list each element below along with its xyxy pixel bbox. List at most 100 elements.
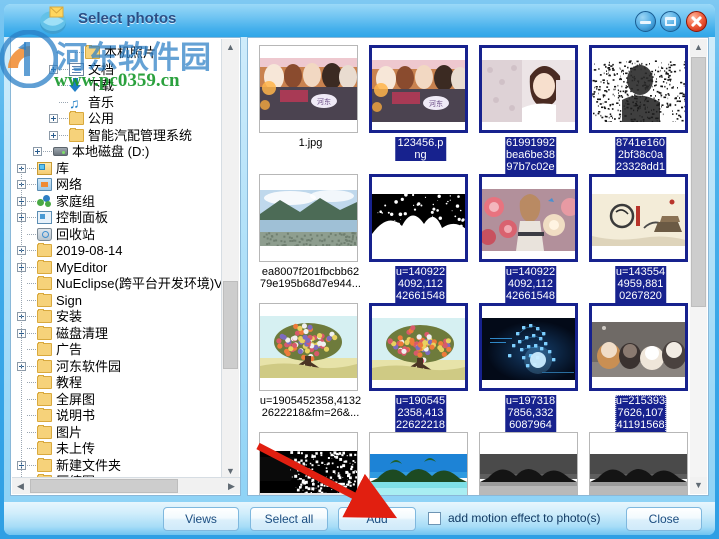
photo-thumbnail-image[interactable] [369,303,468,391]
photo-thumbnail-image[interactable] [479,174,578,262]
photo-thumbnail-image[interactable] [369,174,468,262]
folder-tree-panel[interactable]: 本机照片 文档 下载 ♫ 音乐 公用 智能汽配管理系统 本地磁盘 (D:) 库网络 家庭组 控制面板… [10,37,241,496]
photo-thumbnail-image[interactable] [589,174,688,262]
thumbnail-art [260,190,357,251]
document-icon [69,63,84,76]
folder-icon [37,261,52,274]
svg-text:河东: 河东 [317,97,331,106]
photo-thumbnail-image[interactable]: 河东 [259,45,358,133]
folder-tree-list[interactable]: 本机照片 文档 下载 ♫ 音乐 公用 智能汽配管理系统 本地磁盘 (D:) 库网络 家庭组 控制面板… [11,38,223,480]
close-icon[interactable] [686,11,707,32]
photo-thumbnail-image[interactable] [259,303,358,391]
title-bar[interactable]: Select photos [4,4,715,37]
thumbnails-scroll-up-icon[interactable]: ▲ [690,39,707,56]
photo-thumbnail-image[interactable]: 河东 [369,45,468,133]
photo-thumbnail-image[interactable] [369,432,468,496]
motion-effect-label: add motion effect to photo(s) [448,511,601,526]
folder-icon [37,327,52,340]
thumbnail-art [482,60,575,127]
photo-thumbnail-image[interactable] [479,45,578,133]
photo-thumbnail-image[interactable] [479,303,578,391]
tree-expander-plus-icon[interactable] [33,147,42,156]
tree-connector [27,234,36,235]
svg-text:河东: 河东 [429,99,443,108]
tree-connector [27,366,36,367]
tree-connector [27,168,36,169]
folder-icon [37,310,52,323]
thumbnail-art [260,316,357,383]
tree-connector [27,184,36,185]
tree-scroll-thumb[interactable] [223,281,238,369]
music-note-icon: ♫ [69,96,82,110]
folder-icon [37,343,52,356]
tree-connector [27,217,36,218]
tree-connector [27,316,36,317]
tree-connector [27,300,36,301]
thumbnail-art [482,318,575,385]
library-icon [37,162,52,175]
tree-connector [27,415,36,416]
tree-scroll-right-icon[interactable]: ▶ [223,478,240,494]
dialog-body: 本机照片 文档 下载 ♫ 音乐 公用 智能汽配管理系统 本地磁盘 (D:) 库网络 家庭组 控制面板… [4,37,715,502]
thumbnail-art: 河东 [372,60,465,127]
network-icon [37,178,52,191]
photo-thumbnail-image[interactable] [259,432,358,496]
photo-thumbnail-panel[interactable]: 河东 1.jpg 河东 123456.png 61991992bea6be389… [247,37,709,496]
tree-connector [59,135,68,136]
select-all-button[interactable]: Select all [250,507,328,531]
minimize-button[interactable] [635,11,656,32]
tree-scroll-up-icon[interactable]: ▲ [222,39,239,56]
tree-connector [59,85,68,86]
thumbnails-vertical-scrollbar[interactable]: ▲ ▼ [690,39,707,494]
folder-icon [37,294,52,307]
folder-icon [69,112,84,125]
thumbnail-art [480,454,577,496]
tree-vertical-scrollbar[interactable]: ▲ ▼ [221,39,239,480]
photo-thumbnail-image[interactable] [479,432,578,496]
tree-connector [75,52,84,53]
tree-connector [27,448,36,449]
tree-connector [27,267,36,268]
tree-connector [27,399,36,400]
thumbnail-art [592,322,685,382]
folder-icon [37,277,52,290]
tree-expander-plus-icon[interactable] [49,65,58,74]
folder-icon [37,360,52,373]
window-title: Select photos [78,10,176,27]
tree-connector [43,151,52,152]
folder-icon [37,459,52,472]
tree-hscroll-thumb[interactable] [30,479,178,493]
add-button[interactable]: Add [338,507,416,531]
control-panel-icon [37,211,52,224]
close-button[interactable]: Close [626,507,702,531]
folder-icon [37,244,52,257]
download-arrow-icon [69,78,82,93]
tree-expander-plus-icon[interactable] [49,114,58,123]
thumbnails-scroll-down-icon[interactable]: ▼ [690,477,707,494]
folder-icon [37,376,52,389]
drive-icon [53,147,68,156]
photo-thumbnail-image[interactable] [589,303,688,391]
tree-connector [27,349,36,350]
tree-horizontal-scrollbar[interactable]: ◀ ▶ [12,477,240,494]
thumbnails-scroll-thumb[interactable] [691,57,706,307]
folder-icon [69,129,84,142]
tree-connector [27,283,36,284]
photo-thumbnail-label: u=1905452358,41322622218&fm=26&... [259,395,362,419]
thumbnail-art: 河东 [260,58,357,125]
tree-guide-line [21,166,22,478]
views-button[interactable]: Views [163,507,239,531]
tree-connector [27,432,36,433]
folder-icon [85,46,100,59]
window-inner: Select photos 本机照片 文档 下载 ♫ 音乐 公用 智能汽配管理系统 本地磁盘 … [4,4,715,535]
tree-scroll-left-icon[interactable]: ◀ [12,478,29,494]
photo-thumbnail-image[interactable] [259,174,358,262]
motion-effect-checkbox[interactable] [428,512,441,525]
photo-thumbnail-image[interactable] [589,45,688,133]
photo-thumbnail-image[interactable] [589,432,688,496]
photo-thumbnail-label: 1.jpg [259,137,362,149]
thumbnail-art [370,454,467,496]
maximize-button[interactable] [660,11,681,32]
tree-connector [59,118,68,119]
tree-expander-plus-icon[interactable] [49,131,58,140]
